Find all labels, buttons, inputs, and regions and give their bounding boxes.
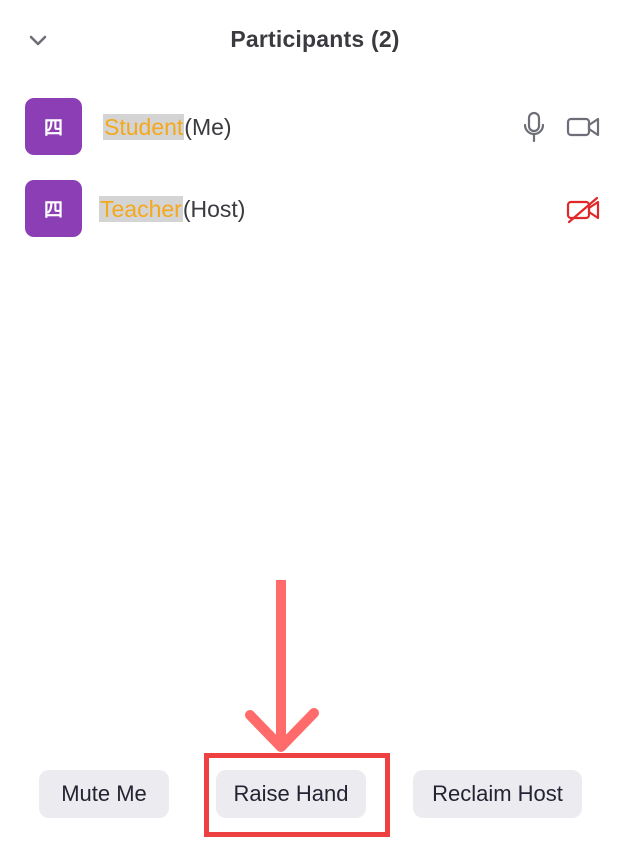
avatar: 四	[25, 180, 82, 237]
panel-title: Participants (2)	[230, 26, 400, 52]
annotation-arrow-icon	[245, 580, 319, 752]
participant-role: (Me)	[184, 114, 232, 140]
raise-hand-button[interactable]: Raise Hand	[216, 770, 366, 818]
participant-row-teacher[interactable]: 四 Teacher(Host)	[0, 180, 630, 240]
mute-me-button[interactable]: Mute Me	[39, 770, 169, 818]
participant-name: Teacher(Host)	[99, 194, 245, 224]
avatar: 四	[25, 98, 82, 155]
microphone-icon[interactable]	[522, 110, 546, 144]
reclaim-host-button[interactable]: Reclaim Host	[413, 770, 582, 818]
participant-name-text: Teacher	[99, 196, 183, 222]
participant-name: Student(Me)	[103, 112, 232, 142]
video-camera-off-icon[interactable]	[565, 195, 601, 225]
video-camera-icon[interactable]	[565, 114, 601, 140]
participant-row-student[interactable]: 四 Student(Me)	[0, 98, 630, 158]
participant-role: (Host)	[182, 196, 246, 222]
participant-name-text: Student	[103, 114, 185, 140]
